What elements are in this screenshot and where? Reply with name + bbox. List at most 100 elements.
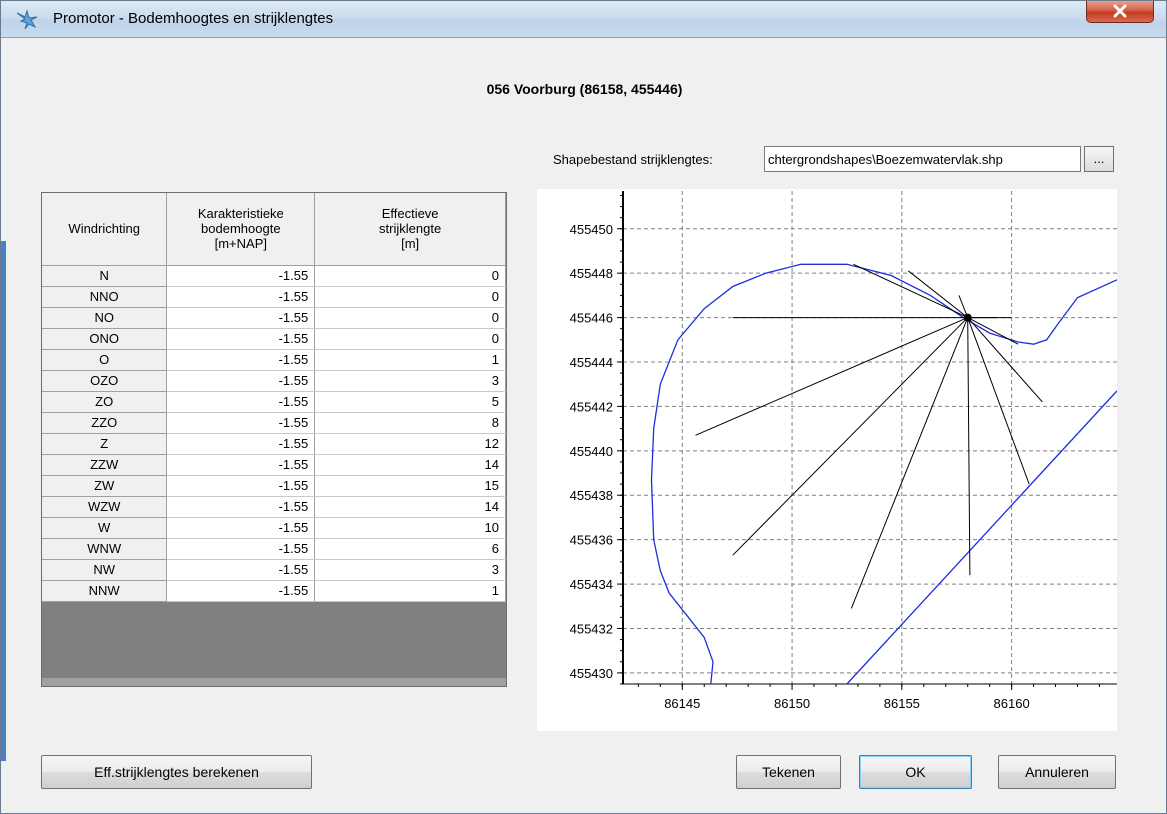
fetch-cell[interactable]: 1	[314, 580, 506, 602]
fetch-cell[interactable]: 3	[314, 559, 506, 581]
direction-cell[interactable]: ZZW	[42, 454, 168, 476]
fetch-cell[interactable]: 12	[314, 433, 506, 455]
fetch-cell[interactable]: 0	[314, 307, 506, 329]
cancel-button[interactable]: Annuleren	[998, 755, 1116, 789]
fetch-cell[interactable]: 5	[314, 391, 506, 413]
shapefile-input[interactable]	[764, 146, 1081, 172]
direction-cell[interactable]: ZW	[42, 475, 168, 497]
fetch-cell[interactable]: 10	[314, 517, 506, 539]
height-cell[interactable]: -1.55	[166, 307, 316, 329]
shapefile-label: Shapebestand strijklengtes:	[553, 152, 713, 167]
height-cell[interactable]: -1.55	[166, 538, 316, 560]
header-windrichting[interactable]: Windrichting	[42, 193, 168, 266]
fetch-cell[interactable]: 3	[314, 370, 506, 392]
fetch-ray	[695, 317, 968, 436]
header-line: Karakteristieke	[197, 206, 284, 222]
close-button[interactable]	[1086, 1, 1154, 23]
dialog-window: Promotor - Bodemhoogtes en strijklengtes…	[0, 0, 1167, 814]
height-cell[interactable]: -1.55	[166, 580, 316, 602]
table-row[interactable]: ONO -1.55 0	[42, 328, 506, 350]
table-row[interactable]: W -1.55 10	[42, 517, 506, 539]
table-row[interactable]: NO -1.55 0	[42, 307, 506, 329]
height-cell[interactable]: -1.55	[166, 349, 316, 371]
fetch-cell[interactable]: 15	[314, 475, 506, 497]
table-row[interactable]: ZW -1.55 15	[42, 475, 506, 497]
direction-cell[interactable]: NNW	[42, 580, 168, 602]
header-strijklengte[interactable]: Effectieve strijklengte [m]	[314, 193, 506, 266]
table-row[interactable]: NW -1.55 3	[42, 559, 506, 581]
y-tick-label: 455446	[570, 311, 613, 326]
fetch-cell[interactable]: 0	[314, 265, 506, 287]
fetch-cell[interactable]: 6	[314, 538, 506, 560]
close-icon	[1113, 4, 1127, 18]
y-tick-label: 455430	[570, 666, 613, 681]
fetch-cell[interactable]: 14	[314, 454, 506, 476]
table-scroll-strip	[42, 678, 506, 686]
height-cell[interactable]: -1.55	[166, 412, 316, 434]
window-title: Promotor - Bodemhoogtes en strijklengtes	[53, 10, 334, 27]
header-bodemhoogte[interactable]: Karakteristieke bodemhoogte [m+NAP]	[166, 193, 316, 266]
height-cell[interactable]: -1.55	[166, 517, 316, 539]
header-line: strijklengte	[379, 221, 442, 237]
fetch-ray	[850, 317, 969, 609]
ok-button[interactable]: OK	[859, 755, 972, 789]
direction-cell[interactable]: Z	[42, 433, 168, 455]
y-tick-label: 455436	[570, 533, 613, 548]
y-tick-label: 455444	[570, 355, 613, 370]
direction-cell[interactable]: ZZO	[42, 412, 168, 434]
height-cell[interactable]: -1.55	[166, 286, 316, 308]
direction-cell[interactable]: ZO	[42, 391, 168, 413]
browse-button[interactable]: ...	[1084, 146, 1114, 172]
fetch-cell[interactable]: 0	[314, 286, 506, 308]
direction-cell[interactable]: W	[42, 517, 168, 539]
height-cell[interactable]: -1.55	[166, 391, 316, 413]
x-tick-label: 86150	[774, 696, 810, 711]
fetch-cell[interactable]: 0	[314, 328, 506, 350]
y-tick-label: 455440	[570, 444, 613, 459]
height-cell[interactable]: -1.55	[166, 475, 316, 497]
fetch-cell[interactable]: 1	[314, 349, 506, 371]
direction-cell[interactable]: WNW	[42, 538, 168, 560]
direction-cell[interactable]: O	[42, 349, 168, 371]
header-line: [m+NAP]	[214, 236, 267, 252]
draw-button[interactable]: Tekenen	[736, 755, 841, 789]
fetch-ray	[967, 317, 1043, 403]
direction-cell[interactable]: OZO	[42, 370, 168, 392]
fetch-cell[interactable]: 14	[314, 496, 506, 518]
height-cell[interactable]: -1.55	[166, 370, 316, 392]
location-marker	[963, 313, 972, 322]
y-tick-label: 455438	[570, 488, 613, 503]
height-cell[interactable]: -1.55	[166, 328, 316, 350]
height-cell[interactable]: -1.55	[166, 433, 316, 455]
header-line: bodemhoogte	[201, 221, 281, 237]
direction-cell[interactable]: NW	[42, 559, 168, 581]
height-cell[interactable]: -1.55	[166, 454, 316, 476]
table-row[interactable]: ZO -1.55 5	[42, 391, 506, 413]
calculate-fetch-button[interactable]: Eff.strijklengtes berekenen	[41, 755, 312, 789]
direction-cell[interactable]: WZW	[42, 496, 168, 518]
table-row[interactable]: OZO -1.55 3	[42, 370, 506, 392]
header-text: Windrichting	[68, 221, 140, 237]
table-row[interactable]: ZZO -1.55 8	[42, 412, 506, 434]
title-bar[interactable]: Promotor - Bodemhoogtes en strijklengtes	[1, 1, 1166, 38]
shoreline-curve	[650, 263, 1117, 684]
direction-cell[interactable]: NO	[42, 307, 168, 329]
shoreline-edge	[846, 390, 1117, 684]
direction-cell[interactable]: ONO	[42, 328, 168, 350]
table-row[interactable]: NNW -1.55 1	[42, 580, 506, 602]
direction-cell[interactable]: N	[42, 265, 168, 287]
height-cell[interactable]: -1.55	[166, 496, 316, 518]
fetch-table: Windrichting Karakteristieke bodemhoogte[…	[41, 192, 507, 687]
table-row[interactable]: ZZW -1.55 14	[42, 454, 506, 476]
fetch-cell[interactable]: 8	[314, 412, 506, 434]
table-row[interactable]: NNO -1.55 0	[42, 286, 506, 308]
table-row[interactable]: Z -1.55 12	[42, 433, 506, 455]
y-tick-label: 455442	[570, 399, 613, 414]
table-row[interactable]: WZW -1.55 14	[42, 496, 506, 518]
height-cell[interactable]: -1.55	[166, 265, 316, 287]
table-row[interactable]: N -1.55 0	[42, 265, 506, 287]
direction-cell[interactable]: NNO	[42, 286, 168, 308]
table-row[interactable]: WNW -1.55 6	[42, 538, 506, 560]
height-cell[interactable]: -1.55	[166, 559, 316, 581]
table-row[interactable]: O -1.55 1	[42, 349, 506, 371]
